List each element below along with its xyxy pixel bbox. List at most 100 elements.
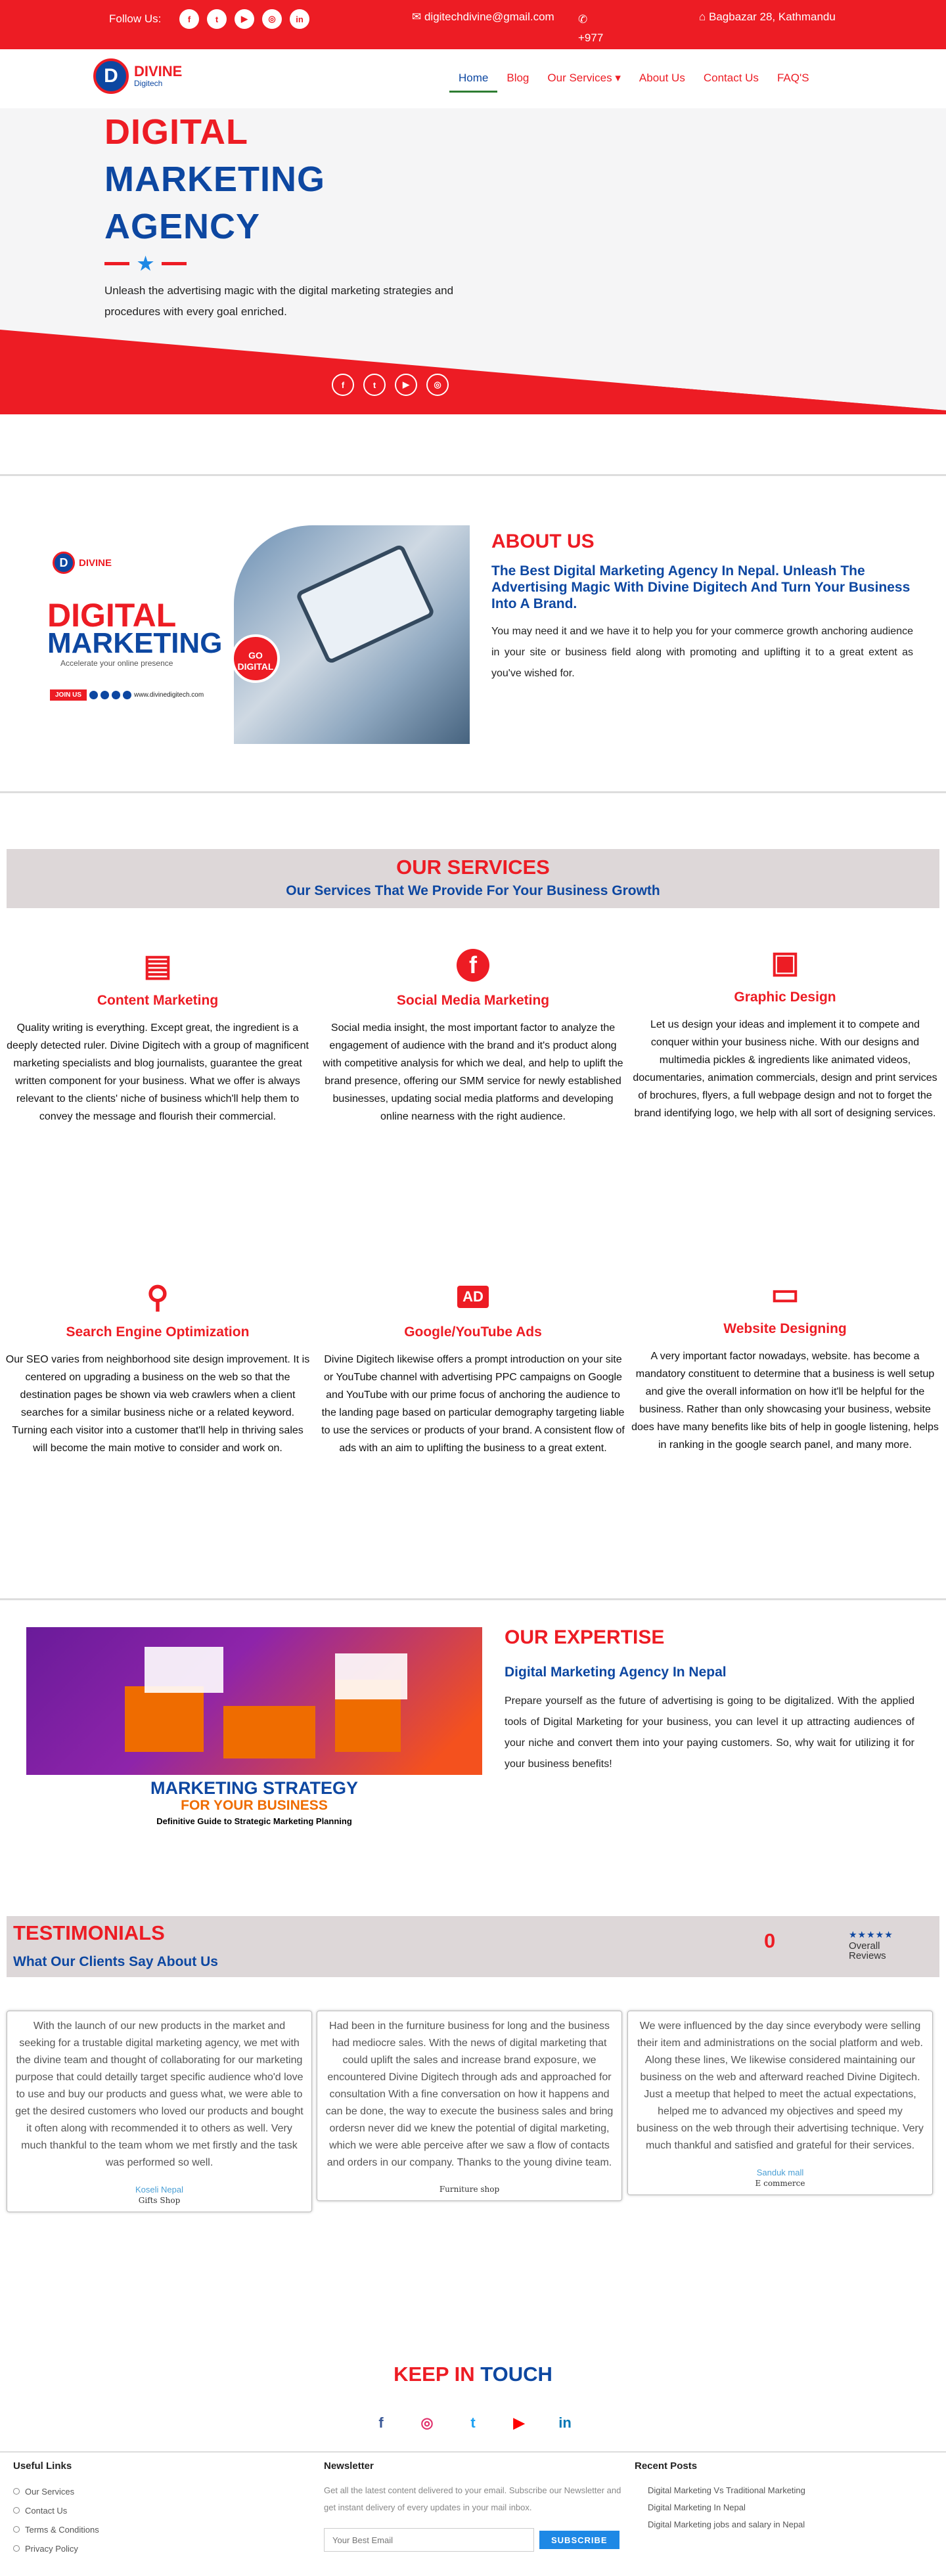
subscribe-button[interactable]: SUBSCRIBE — [539, 2531, 619, 2549]
divider-line — [0, 791, 946, 793]
image-caption: Definitive Guide to Strategic Marketing … — [156, 1816, 352, 1826]
star-icon: ★ — [137, 253, 154, 274]
email-link[interactable]: ✉ digitechdivine@gmail.com — [412, 11, 554, 24]
hero-title: DIGITAL MARKETING AGENCY — [104, 108, 325, 250]
service-title: Website Designing — [723, 1321, 847, 1336]
about-image: D DIVINE DIGITAL MARKETING Accelerate you… — [32, 525, 470, 744]
recent-post-link[interactable]: Digital Marketing jobs and salary in Nep… — [635, 2516, 805, 2533]
youtube-icon[interactable]: ▶ — [506, 2410, 532, 2436]
instagram-icon[interactable]: ◎ — [262, 9, 282, 29]
services-header: OUR SERVICES Our Services That We Provid… — [7, 849, 939, 908]
overall-reviews-label: Overall Reviews — [849, 1940, 886, 1961]
nav-menu: Home Blog Our Services ▾ About Us Contac… — [449, 66, 819, 93]
about-image-marketing: MARKETING — [47, 627, 223, 659]
about-text: You may need it and we have it to help y… — [491, 626, 913, 679]
twitter-icon[interactable]: t — [460, 2410, 486, 2436]
twitter-icon[interactable]: t — [363, 374, 386, 396]
hero-text: Unleash the advertising magic with the d… — [104, 284, 454, 318]
service-title: Social Media Marketing — [396, 993, 550, 1008]
testimonial-text: We were influenced by the day since ever… — [637, 2020, 924, 2151]
address: ⌂ Bagbazar 28, Kathmandu — [699, 11, 836, 24]
footer-link[interactable]: Terms & Conditions — [13, 2520, 99, 2539]
rating-stars: ★★★★★ — [849, 1929, 893, 1940]
service-text: Let us design your ideas and implement i… — [633, 1019, 937, 1119]
email-text: digitechdivine@gmail.com — [424, 11, 554, 23]
expertise-heading: OUR EXPERTISE — [505, 1626, 665, 1648]
footer: Useful Links Our Services Contact Us Ter… — [0, 2451, 946, 2576]
services-heading: OUR SERVICES — [396, 856, 550, 879]
useful-links-title: Useful Links — [13, 2460, 72, 2472]
email-input[interactable] — [324, 2528, 534, 2552]
top-bar: Follow Us: f t ▶ ◎ in ✉ digitechdivine@g… — [0, 0, 946, 62]
recent-posts-title: Recent Posts — [635, 2460, 698, 2472]
about-image-logo: D DIVINE — [53, 552, 112, 574]
instagram-icon[interactable]: ◎ — [414, 2410, 440, 2436]
service-card: ▤ Content Marketing Quality writing is e… — [3, 946, 312, 1125]
service-title: Content Marketing — [97, 993, 219, 1008]
nav-home[interactable]: Home — [449, 66, 498, 93]
facebook-icon[interactable]: f — [368, 2410, 394, 2436]
service-text: Social media insight, the most important… — [323, 1022, 623, 1122]
testimonial-role: Furniture shop — [439, 2185, 500, 2194]
footer-link[interactable]: Contact Us — [13, 2501, 99, 2520]
linkedin-icon[interactable]: in — [290, 9, 309, 29]
ad-icon: AD — [319, 1277, 627, 1317]
service-title: Search Engine Optimization — [66, 1324, 250, 1340]
search-icon: ⚲ — [146, 1280, 169, 1314]
nav-contact-us[interactable]: Contact Us — [694, 66, 768, 93]
logo-mark: D — [93, 58, 129, 94]
youtube-icon[interactable]: ▶ — [235, 9, 254, 29]
newsletter: Newsletter Get all the latest content de… — [324, 2460, 626, 2552]
expertise-text: Prepare yourself as the future of advert… — [505, 1695, 914, 1770]
nav-our-services[interactable]: Our Services ▾ — [538, 66, 630, 93]
keep-in-touch-heading: KEEP IN TOUCH — [0, 2363, 946, 2386]
about-subheading: The Best Digital Marketing Agency In Nep… — [491, 563, 911, 611]
site-logo[interactable]: D DIVINE Digitech — [93, 58, 182, 94]
service-title: Google/YouTube Ads — [404, 1324, 542, 1340]
facebook-icon[interactable]: f — [179, 9, 199, 29]
nav-about-us[interactable]: About Us — [630, 66, 694, 93]
image-subtitle: FOR YOUR BUSINESS — [181, 1798, 328, 1813]
about-heading: ABOUT US — [491, 531, 595, 552]
about-image-tagline: Accelerate your online presence — [60, 659, 173, 668]
testimonial-role: E commerce — [755, 2179, 805, 2188]
phone-prefix: +977 — [578, 32, 604, 44]
nav-faqs[interactable]: FAQ'S — [768, 66, 819, 93]
image-icon: ▣ — [771, 945, 800, 979]
useful-links: Useful Links Our Services Contact Us Ter… — [13, 2460, 99, 2558]
recent-post-link[interactable]: Digital Marketing Vs Traditional Marketi… — [635, 2482, 805, 2499]
about-image-join: JOIN US www.divinedigitech.com — [50, 689, 204, 701]
expertise-subheading: Digital Marketing Agency In Nepal — [505, 1665, 727, 1680]
nav-blog[interactable]: Blog — [497, 66, 538, 93]
about-section: ABOUT US The Best Digital Marketing Agen… — [491, 529, 913, 684]
instagram-icon[interactable]: ◎ — [426, 374, 449, 396]
newsletter-form: SUBSCRIBE — [324, 2528, 626, 2552]
phone-line-1: ✆ +977 — [578, 11, 677, 47]
facebook-icon[interactable]: f — [332, 374, 354, 396]
footer-link[interactable]: Privacy Policy — [13, 2539, 99, 2558]
newsletter-text: Get all the latest content delivered to … — [324, 2485, 621, 2512]
building-icon: ⌂ — [699, 11, 709, 23]
service-title: Graphic Design — [734, 990, 836, 1005]
email-icon: ✉ — [412, 11, 424, 23]
testimonial-name: Sanduk mall — [756, 2168, 804, 2177]
about-image-site: www.divinedigitech.com — [134, 691, 204, 699]
logo-text: DIVINE Digitech — [134, 64, 182, 89]
footer-link[interactable]: Our Services — [13, 2482, 99, 2501]
youtube-icon[interactable]: ▶ — [395, 374, 417, 396]
newsletter-title: Newsletter — [324, 2460, 374, 2472]
testimonials-header: TESTIMONIALS What Our Clients Say About … — [7, 1916, 939, 1977]
hero-title-line-1: DIGITAL — [104, 112, 248, 152]
recent-posts: Recent Posts Digital Marketing Vs Tradit… — [635, 2460, 805, 2533]
service-card: ▣ Graphic Design Let us design your idea… — [631, 942, 939, 1122]
address-text: Bagbazar 28, Kathmandu — [709, 11, 836, 23]
twitter-icon[interactable]: t — [207, 9, 227, 29]
hero-social-links: f t ▶ ◎ — [332, 374, 449, 396]
expertise-section: OUR EXPERTISE Digital Marketing Agency I… — [505, 1626, 914, 1775]
recent-post-link[interactable]: Digital Marketing In Nepal — [635, 2499, 805, 2516]
testimonial-text: With the launch of our new products in t… — [15, 2020, 304, 2168]
service-text: Our SEO varies from neighborhood site de… — [5, 1354, 310, 1454]
service-text: Quality writing is everything. Except gr… — [7, 1022, 309, 1122]
testimonial-text: Had been in the furniture business for l… — [325, 2020, 614, 2168]
linkedin-icon[interactable]: in — [552, 2410, 578, 2436]
